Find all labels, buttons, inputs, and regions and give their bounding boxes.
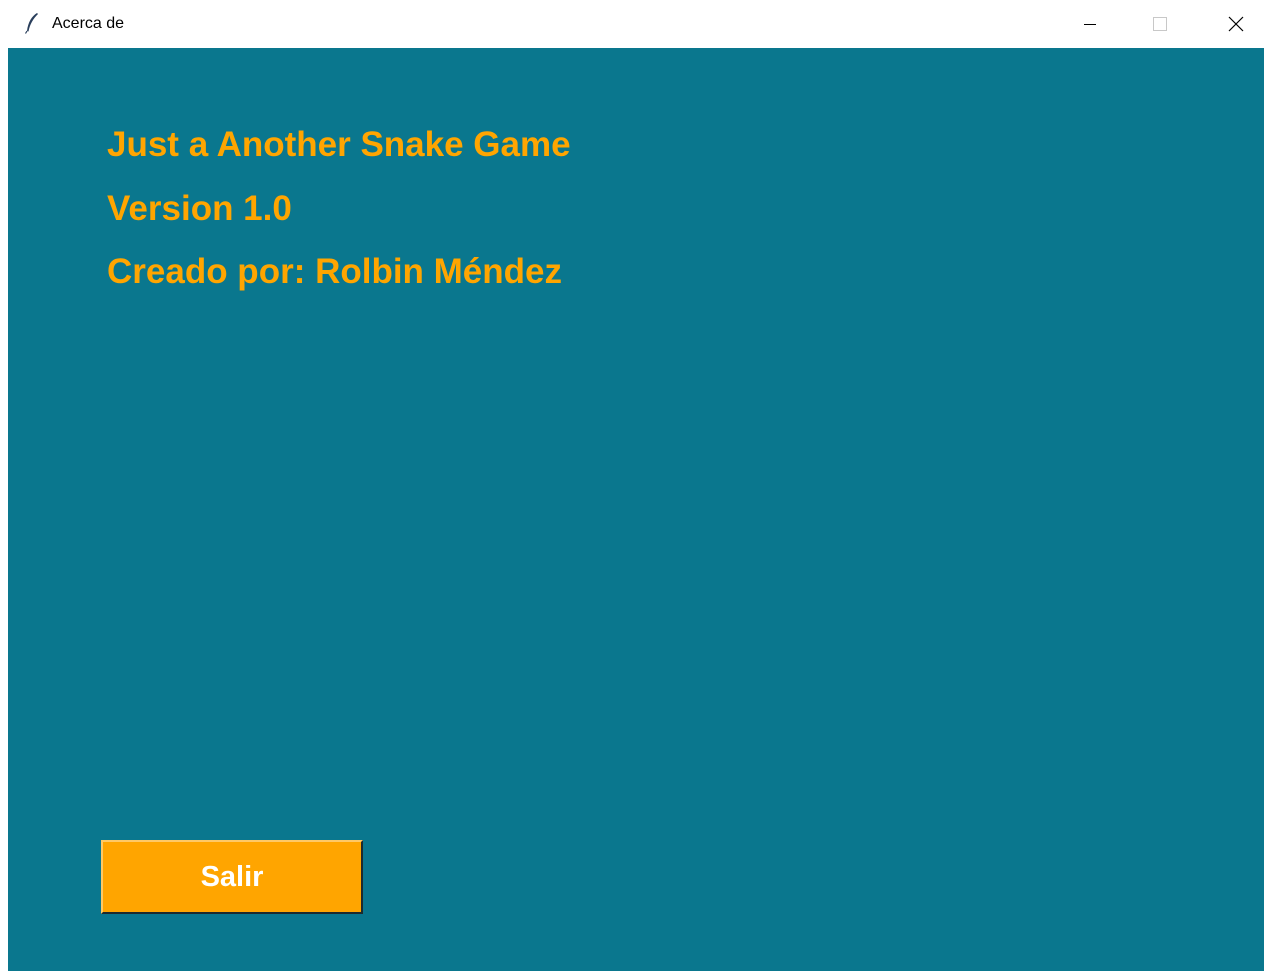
feather-icon (24, 12, 40, 34)
version-label: Version 1.0 (107, 189, 292, 228)
close-button[interactable] (1213, 0, 1259, 48)
game-title-label: Just a Another Snake Game (107, 125, 571, 164)
about-content: Just a Another Snake Game Version 1.0 Cr… (8, 48, 1264, 971)
maximize-icon (1153, 17, 1167, 31)
minimize-button[interactable] (1067, 0, 1113, 48)
window-title: Acerca de (52, 15, 125, 32)
author-label: Creado por: Rolbin Méndez (107, 252, 562, 291)
title-bar[interactable]: Acerca de (0, 0, 1264, 48)
maximize-button[interactable] (1137, 0, 1183, 48)
minimize-icon (1084, 18, 1096, 30)
close-icon (1228, 16, 1244, 32)
about-window: Acerca de Just a Another Snake Game Vers… (0, 0, 1264, 971)
exit-button[interactable]: Salir (101, 840, 363, 914)
